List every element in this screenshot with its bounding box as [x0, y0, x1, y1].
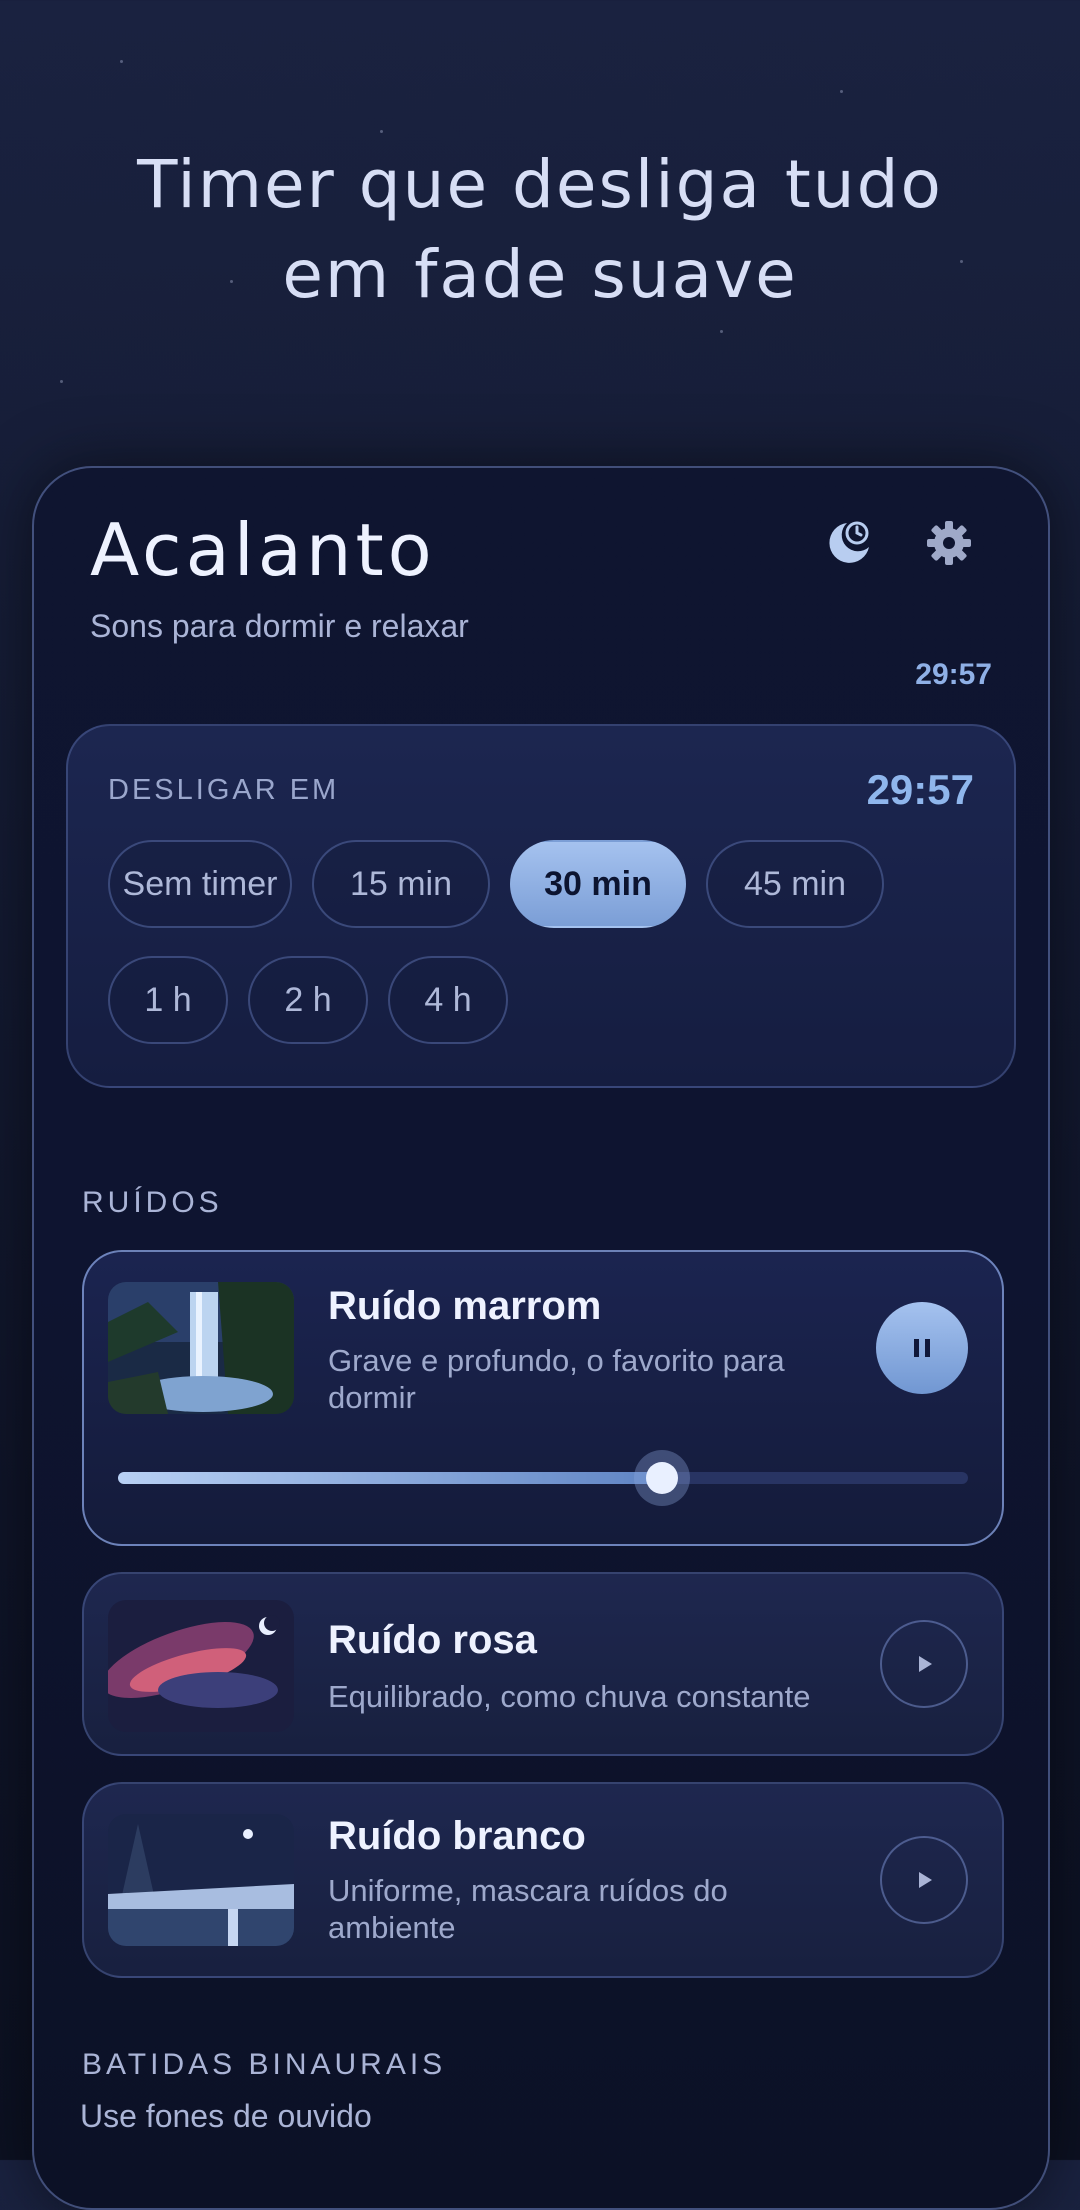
play-button[interactable]: [880, 1620, 968, 1708]
volume-slider-fill: [118, 1472, 662, 1484]
sound-title: Ruído branco: [328, 1814, 586, 1858]
sound-description: Uniforme, mascara ruídos do ambiente: [328, 1873, 728, 1945]
timer-option-30[interactable]: 30 min: [510, 840, 686, 928]
snowy-lake-image: [108, 1814, 294, 1946]
sleep-timer-button[interactable]: [814, 508, 884, 578]
moon-clock-icon: [829, 521, 869, 563]
settings-button[interactable]: [914, 508, 984, 578]
hero-headline: Timer que desliga tudo em fade suave: [0, 140, 1080, 320]
timer-label: DESLIGAR EM: [108, 774, 340, 806]
noises-section-label: RUÍDOS: [82, 1186, 223, 1219]
sound-description: Grave e profundo, o favorito para dormir: [328, 1343, 785, 1415]
hero-line-1: Timer que desliga tudo: [137, 146, 943, 223]
timer-option-2h[interactable]: 2 h: [248, 956, 368, 1044]
volume-slider-thumb[interactable]: [634, 1450, 690, 1506]
volume-slider[interactable]: [118, 1450, 968, 1506]
sound-card-pink[interactable]: Ruído rosa Equilibrado, como chuva const…: [82, 1572, 1004, 1756]
timer-countdown: 29:57: [866, 766, 974, 813]
timer-option-15[interactable]: 15 min: [312, 840, 490, 928]
sound-card-white[interactable]: Ruído branco Uniforme, mascara ruídos do…: [82, 1782, 1004, 1978]
sound-title: Ruído rosa: [328, 1618, 537, 1662]
timer-option-1h[interactable]: 1 h: [108, 956, 228, 1044]
pink-nebula-image: [108, 1600, 294, 1732]
binaural-subtitle: Use fones de ouvido: [80, 2098, 372, 2134]
waterfall-night-image: [108, 1282, 294, 1414]
sound-title: Ruído marrom: [328, 1284, 602, 1328]
gear-icon: [927, 521, 971, 565]
timer-option-4h[interactable]: 4 h: [388, 956, 508, 1044]
elapsed-time: 29:57: [915, 658, 992, 691]
timer-option-none[interactable]: Sem timer: [108, 840, 292, 928]
sound-card-brown[interactable]: Ruído marrom Grave e profundo, o favorit…: [82, 1250, 1004, 1546]
play-button[interactable]: [880, 1836, 968, 1924]
pause-icon: [914, 1339, 930, 1357]
play-icon: [919, 1872, 932, 1888]
hero-line-2: em fade suave: [282, 236, 798, 313]
binaural-section-label: BATIDAS BINAURAIS: [82, 2048, 447, 2081]
pause-button[interactable]: [876, 1302, 968, 1394]
phone-frame: Acalanto Sons para dormir e relaxar 29:5: [32, 466, 1050, 2210]
timer-option-45[interactable]: 45 min: [706, 840, 884, 928]
sound-description: Equilibrado, como chuva constante: [328, 1679, 811, 1714]
app-title: Acalanto: [90, 508, 436, 592]
timer-card: DESLIGAR EM 29:57 Sem timer 15 min 30 mi…: [66, 724, 1016, 1088]
play-icon: [919, 1656, 932, 1672]
app-subtitle: Sons para dormir e relaxar: [90, 608, 469, 644]
